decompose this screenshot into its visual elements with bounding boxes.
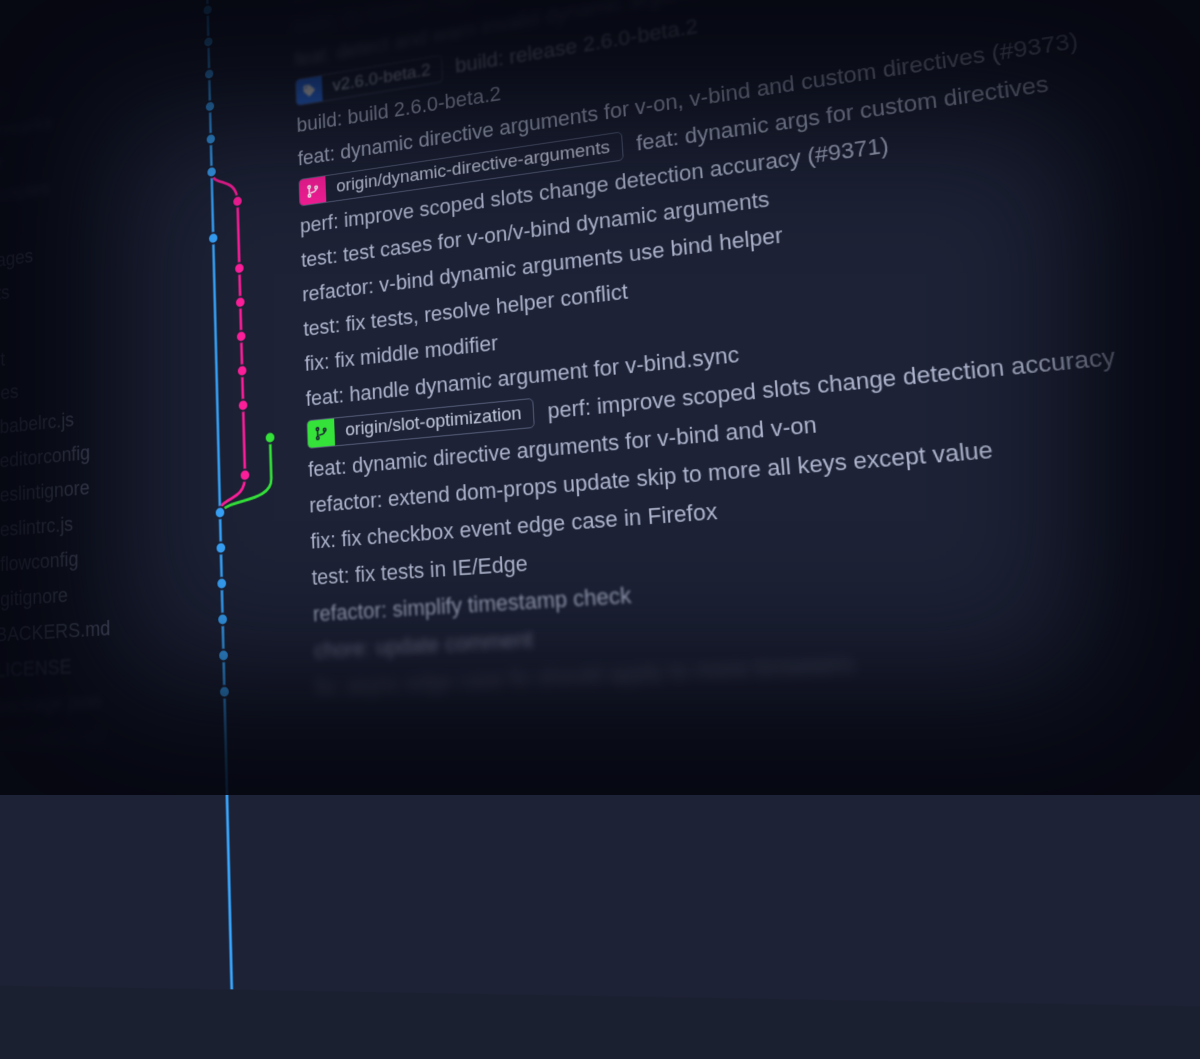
file-tree-sidebar: buildgithubbenchmarksdistexamples▸flow▸p…	[0, 0, 198, 989]
commit-node[interactable]	[236, 330, 247, 342]
commit-node[interactable]	[208, 232, 218, 244]
commit-list: build: build 2.6.0-beta.2build: fix feat…	[290, 0, 1200, 1017]
commit-node[interactable]	[217, 613, 228, 625]
commit-node[interactable]	[237, 365, 248, 377]
commit-message: chore: update comment	[314, 626, 534, 664]
commit-node[interactable]	[265, 431, 276, 443]
commit-node[interactable]	[232, 195, 242, 207]
file-tree-item-label: .babelrc.js	[0, 408, 74, 440]
file-tree-item-label: .editorconfig	[0, 441, 90, 474]
file-tree-item-label: .gitignore	[0, 583, 68, 612]
commit-node[interactable]	[235, 296, 246, 308]
commit-node[interactable]	[216, 577, 227, 589]
file-tree-item-label: .eslintrc.js	[0, 512, 73, 542]
commit-node[interactable]	[203, 4, 213, 16]
commit-node[interactable]	[218, 649, 229, 661]
commit-node[interactable]	[216, 542, 227, 554]
tag-icon	[296, 75, 323, 104]
file-tree-item-label: README.md	[0, 726, 103, 755]
file-tree-item-label: LICENSE	[0, 654, 72, 682]
commit-node[interactable]	[215, 506, 226, 518]
commit-node[interactable]	[234, 262, 244, 274]
file-tree-item-label: dist	[0, 151, 4, 177]
file-tree-item-label: BACKERS.md	[0, 616, 111, 647]
commit-node[interactable]	[206, 133, 216, 145]
commit-node[interactable]	[203, 36, 213, 48]
commit-node[interactable]	[219, 686, 230, 698]
file-tree-item-label: types	[0, 380, 19, 408]
file-tree-item-label: .flowconfig	[0, 547, 79, 577]
graph-main-line	[206, 0, 232, 989]
file-tree-item[interactable]: README.md	[0, 716, 193, 761]
file-tree-item-label: scripts	[0, 281, 10, 310]
file-tree-item-label: github	[0, 87, 6, 116]
branch-icon	[307, 418, 335, 447]
commit-node[interactable]	[205, 100, 215, 112]
commit-node[interactable]	[238, 399, 249, 411]
commit-node[interactable]	[204, 68, 214, 80]
commit-node[interactable]	[206, 166, 216, 178]
branch-icon	[299, 176, 326, 205]
file-tree-item-label: .eslintignore	[0, 476, 90, 508]
app-window: buildgithubbenchmarksdistexamples▸flow▸p…	[0, 0, 1200, 1017]
commit-node[interactable]	[240, 469, 251, 481]
file-tree-item-label: package.json	[0, 689, 101, 718]
file-tree-item-label: test	[0, 348, 5, 374]
